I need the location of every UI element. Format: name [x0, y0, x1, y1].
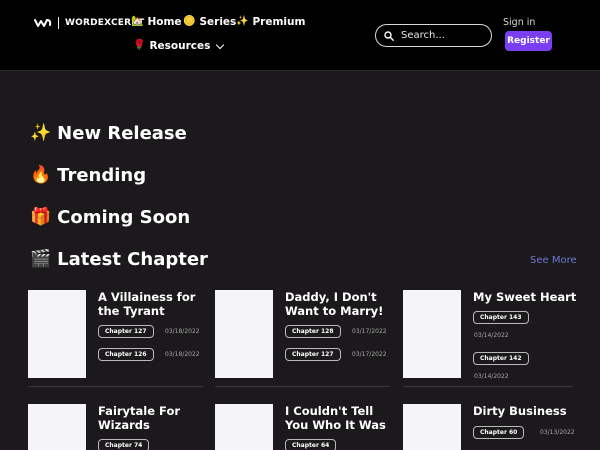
chapter-button[interactable]: Chapter 127 — [285, 348, 341, 361]
section-title: Latest Chapter — [57, 249, 208, 270]
chapter-date: 03/17/2022 — [352, 328, 387, 335]
series-title[interactable]: Dirty Business — [473, 404, 578, 418]
chapter-button[interactable]: Chapter 143 — [473, 311, 529, 324]
see-more-link[interactable]: See More — [530, 255, 577, 266]
nav-premium-label: Premium — [252, 16, 306, 28]
chapter-button[interactable]: Chapter 126 — [98, 348, 154, 361]
fire-icon: 🔥 — [30, 165, 52, 185]
chapter-date: 03/13/2022 — [540, 429, 575, 436]
nav-resources-label: Resources — [149, 40, 211, 52]
sparkles-icon: ✨ — [236, 16, 249, 27]
rose-icon: 🌹 — [133, 40, 146, 51]
chapter-button[interactable]: Chapter 128 — [285, 325, 341, 338]
chapter-button[interactable]: Chapter 142 — [473, 352, 529, 365]
nav-resources-dropdown[interactable]: 🌹 Resources — [133, 40, 225, 52]
series-cover[interactable] — [215, 290, 273, 378]
chapter-button[interactable]: Chapter 60 — [473, 426, 525, 439]
series-title[interactable]: My Sweet Heart — [473, 290, 578, 304]
row-divider — [403, 386, 573, 387]
series-card: I Couldn't Tell You Who It Was Chapter 6… — [215, 404, 390, 450]
row-divider — [28, 386, 203, 387]
series-cover[interactable] — [403, 290, 461, 378]
logo-mark-icon — [34, 19, 52, 27]
series-cover[interactable] — [28, 404, 86, 450]
series-card: Fairytale For Wizards Chapter 74 — [28, 404, 203, 450]
chevron-down-icon — [216, 40, 225, 49]
logo-separator — [58, 17, 59, 29]
nav-series-label: Series — [199, 16, 237, 28]
nav-home[interactable]: 🏡 Home — [131, 16, 182, 28]
section-coming-soon: 🎁 Coming Soon — [30, 207, 190, 228]
section-title: Trending — [57, 165, 147, 186]
chapter-button[interactable]: Chapter 74 — [98, 439, 150, 450]
series-title[interactable]: Fairytale For Wizards — [98, 404, 203, 432]
chapter-button[interactable]: Chapter 64 — [285, 439, 337, 450]
row-divider — [215, 386, 390, 387]
search-icon — [384, 30, 394, 41]
house-icon: 🏡 — [131, 16, 144, 27]
coin-icon: 🪙 — [183, 16, 196, 27]
gift-icon: 🎁 — [30, 207, 52, 227]
search-box[interactable] — [375, 24, 492, 47]
series-card: Daddy, I Don't Want to Marry! Chapter 12… — [215, 290, 390, 380]
series-title[interactable]: I Couldn't Tell You Who It Was — [285, 404, 390, 432]
chapter-date: 03/14/2022 — [474, 332, 509, 339]
top-header: WORDEXCERPT 🏡 Home 🪙 Series ✨ Premium 🌹 … — [0, 0, 600, 71]
section-title: New Release — [57, 123, 187, 144]
chapter-date: 03/17/2022 — [352, 351, 387, 358]
chapter-date: 03/18/2022 — [165, 351, 200, 358]
register-button[interactable]: Register — [505, 31, 552, 51]
series-title[interactable]: Daddy, I Don't Want to Marry! — [285, 290, 390, 318]
series-card: My Sweet Heart Chapter 143 03/14/2022 Ch… — [403, 290, 578, 382]
sign-in-link[interactable]: Sign in — [503, 17, 535, 28]
chapter-date: 03/18/2022 — [165, 328, 200, 335]
section-latest-chapter: 🎬 Latest Chapter — [30, 249, 208, 270]
sparkles-icon: ✨ — [30, 123, 52, 143]
section-trending: 🔥 Trending — [30, 165, 146, 186]
chapter-date: 03/14/2022 — [474, 373, 509, 380]
series-cover[interactable] — [28, 290, 86, 378]
section-new-release: ✨ New Release — [30, 123, 187, 144]
series-cover[interactable] — [403, 404, 461, 450]
series-card: Dirty Business Chapter 60 03/13/2022 — [403, 404, 578, 450]
nav-home-label: Home — [147, 16, 182, 28]
clapper-board-icon: 🎬 — [30, 249, 52, 269]
chapter-button[interactable]: Chapter 127 — [98, 325, 154, 338]
series-cover[interactable] — [215, 404, 273, 450]
nav-series[interactable]: 🪙 Series — [183, 16, 236, 28]
nav-premium[interactable]: ✨ Premium — [236, 16, 305, 28]
site-logo[interactable]: WORDEXCERPT — [34, 17, 144, 29]
search-input[interactable] — [401, 30, 486, 41]
series-title[interactable]: A Villainess for the Tyrant — [98, 290, 203, 318]
section-title: Coming Soon — [57, 207, 191, 228]
series-card: A Villainess for the Tyrant Chapter 127 … — [28, 290, 203, 380]
